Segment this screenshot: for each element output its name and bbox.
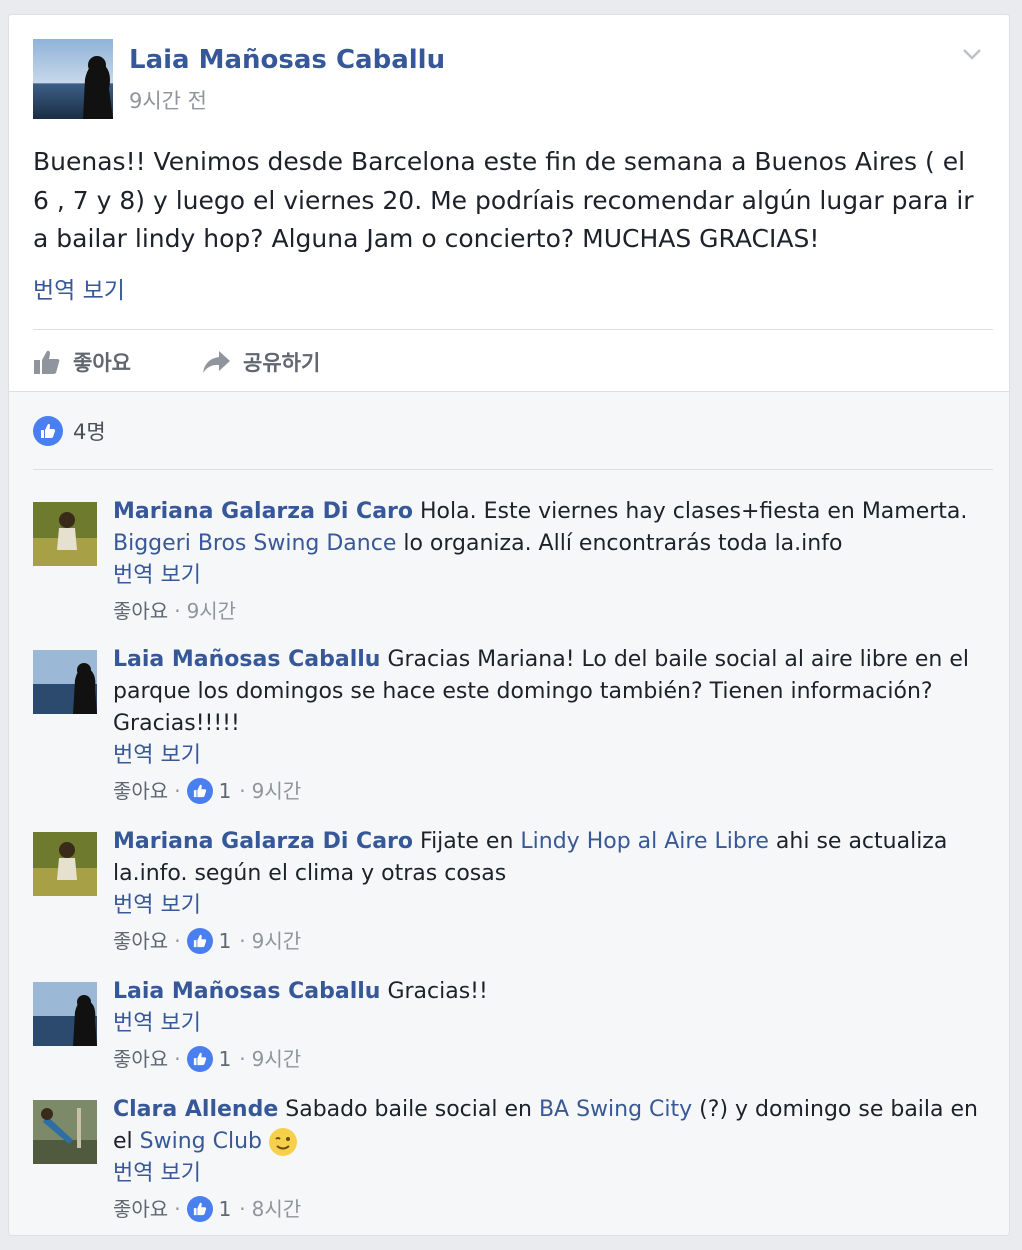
- separator: ·: [174, 1197, 181, 1221]
- commenter-avatar[interactable]: [33, 1100, 97, 1164]
- comment-body: Laia Mañosas Caballu Gracias!! 번역 보기 좋아요…: [113, 976, 983, 1074]
- separator: ·: [174, 1047, 181, 1071]
- comments-section: 4명 Mariana Galarza Di Caro Hola. Este vi…: [9, 391, 1009, 1235]
- comment-time[interactable]: 9시간: [187, 596, 237, 626]
- like-count[interactable]: 1: [219, 1044, 232, 1074]
- post-card: Laia Mañosas Caballu 9시간 전 Buenas!! Veni…: [8, 14, 1010, 1236]
- separator: ·: [239, 1047, 246, 1071]
- see-translation-link[interactable]: 번역 보기: [113, 740, 983, 772]
- like-count[interactable]: 1: [219, 1194, 232, 1224]
- chevron-down-icon[interactable]: [959, 41, 985, 67]
- post-timestamp[interactable]: 9시간 전: [129, 85, 207, 115]
- comment-body: Mariana Galarza Di Caro Hola. Este viern…: [113, 496, 983, 626]
- comment-text: Sabado baile social en: [278, 1097, 539, 1122]
- comment-like-button[interactable]: 좋아요: [113, 1194, 168, 1224]
- divider: [33, 469, 993, 470]
- commenter-avatar[interactable]: [33, 502, 97, 566]
- see-translation-link[interactable]: 번역 보기: [113, 890, 983, 922]
- author-avatar[interactable]: [33, 39, 113, 119]
- like-reaction-icon: [186, 1046, 213, 1072]
- share-label: 공유하기: [243, 351, 321, 375]
- like-count[interactable]: 1: [219, 926, 232, 956]
- commenter-avatar[interactable]: [33, 982, 97, 1046]
- comment-like-button[interactable]: 좋아요: [113, 596, 168, 626]
- comment-text: Gracias!!: [380, 979, 488, 1004]
- separator: ·: [239, 779, 246, 803]
- see-translation-link[interactable]: 번역 보기: [113, 1008, 983, 1040]
- separator: ·: [174, 929, 181, 953]
- comment-body: Laia Mañosas Caballu Gracias Mariana! Lo…: [113, 644, 983, 806]
- comment-like-button[interactable]: 좋아요: [113, 926, 168, 956]
- commenter-name[interactable]: Laia Mañosas Caballu: [113, 647, 380, 672]
- separator: ·: [174, 779, 181, 803]
- page-link[interactable]: Biggeri Bros Swing Dance: [113, 531, 396, 556]
- page-link[interactable]: Lindy Hop al Aire Libre: [520, 829, 769, 854]
- reactions-count: 4명: [73, 420, 106, 444]
- comment-time[interactable]: 9시간: [252, 926, 302, 956]
- comment-time[interactable]: 8시간: [252, 1194, 302, 1224]
- divider: [33, 329, 993, 330]
- share-arrow-icon: [203, 351, 230, 373]
- thumbs-up-icon: [34, 350, 60, 374]
- separator: ·: [239, 1197, 246, 1221]
- like-reaction-icon: [186, 1196, 213, 1222]
- comment-like-button[interactable]: 좋아요: [113, 1044, 168, 1074]
- wink-emoji-icon: [269, 1128, 297, 1156]
- like-label: 좋아요: [73, 351, 131, 375]
- page-link[interactable]: BA Swing City: [539, 1097, 692, 1122]
- reactions-summary[interactable]: 4명: [33, 416, 106, 446]
- see-translation-link[interactable]: 번역 보기: [33, 271, 125, 305]
- commenter-name[interactable]: Mariana Galarza Di Caro: [113, 829, 413, 854]
- commenter-name[interactable]: Mariana Galarza Di Caro: [113, 499, 413, 524]
- like-reaction-icon: [186, 928, 213, 954]
- separator: ·: [174, 599, 181, 623]
- comment-meta: 좋아요 · 1 · 9시간: [113, 926, 983, 956]
- comment-text: Hola. Este viernes hay clases+fiesta en …: [413, 499, 968, 524]
- commenter-name[interactable]: Clara Allende: [113, 1097, 278, 1122]
- comment-body: Mariana Galarza Di Caro Fijate en Lindy …: [113, 826, 983, 956]
- post-text: Buenas!! Venimos desde Barcelona este fi…: [33, 147, 974, 253]
- see-translation-link[interactable]: 번역 보기: [113, 560, 983, 592]
- commenter-name[interactable]: Laia Mañosas Caballu: [113, 979, 380, 1004]
- comment-text: lo organiza. Allí encontrarás toda la.in…: [396, 531, 843, 556]
- comment-time[interactable]: 9시간: [252, 776, 302, 806]
- comment-meta: 좋아요 · 1 · 8시간: [113, 1194, 983, 1224]
- commenter-avatar[interactable]: [33, 650, 97, 714]
- page-link[interactable]: Swing Club: [140, 1129, 262, 1154]
- comment-time[interactable]: 9시간: [252, 1044, 302, 1074]
- like-count[interactable]: 1: [219, 776, 232, 806]
- comment-text: Fijate en: [413, 829, 521, 854]
- comment-body: Clara Allende Sabado baile social en BA …: [113, 1094, 983, 1224]
- see-translation-link[interactable]: 번역 보기: [113, 1158, 983, 1190]
- commenter-avatar[interactable]: [33, 832, 97, 896]
- comment-like-button[interactable]: 좋아요: [113, 776, 168, 806]
- post-header: Laia Mañosas Caballu 9시간 전 Buenas!! Veni…: [9, 15, 1009, 391]
- comment-meta: 좋아요 · 1 · 9시간: [113, 1044, 983, 1074]
- comment-meta: 좋아요 · 9시간: [113, 596, 983, 626]
- share-button[interactable]: 공유하기: [201, 345, 320, 379]
- separator: ·: [239, 929, 246, 953]
- like-button[interactable]: 좋아요: [33, 345, 131, 379]
- author-name[interactable]: Laia Mañosas Caballu: [129, 45, 445, 75]
- comment-meta: 좋아요 · 1 · 9시간: [113, 776, 983, 806]
- like-reaction-icon: [186, 778, 213, 804]
- like-reaction-icon: [33, 416, 63, 446]
